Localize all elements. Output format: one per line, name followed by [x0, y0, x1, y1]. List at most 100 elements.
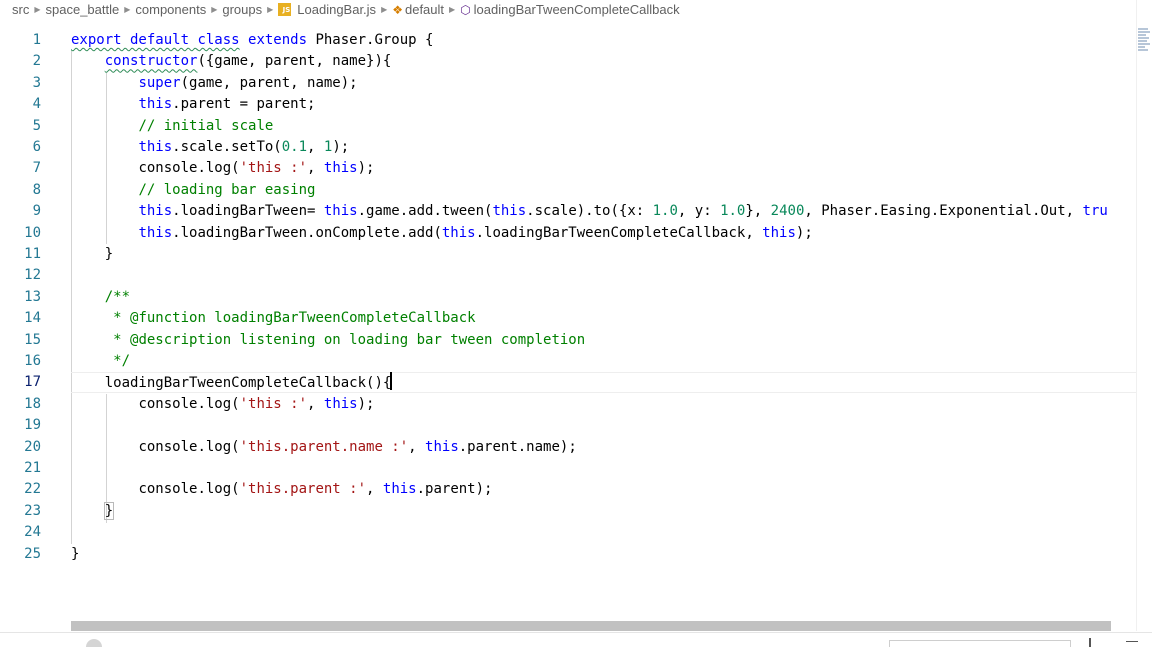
code-token: 1.0 — [720, 203, 746, 220]
code-token: .loadingBarTweenCompleteCallback, — [475, 224, 763, 241]
code-token: } — [71, 246, 114, 262]
chevron-right-icon: ▶ — [449, 5, 456, 14]
line-number: 2 — [32, 53, 41, 70]
code-text: /** — [71, 287, 130, 308]
breadcrumb-item-groups[interactable]: groups — [222, 2, 262, 17]
line-number: 19 — [24, 417, 41, 434]
code-line[interactable]: 10 this.loadingBarTween.onComplete.add(t… — [0, 223, 1136, 244]
code-token: , — [408, 438, 426, 455]
code-token: (game, parent, name); — [180, 74, 358, 91]
line-number: 9 — [32, 203, 41, 220]
chevron-right-icon: ▶ — [381, 5, 388, 14]
code-token: constructor — [104, 53, 198, 70]
line-number: 3 — [32, 74, 41, 91]
code-token: this — [323, 395, 358, 412]
code-line[interactable]: 2 constructor({game, parent, name}){ — [0, 51, 1136, 72]
pin-icon[interactable] — [1089, 638, 1091, 647]
code-line[interactable]: 18 console.log('this :', this); — [0, 394, 1136, 415]
code-line[interactable]: 6 this.scale.setTo(0.1, 1); — [0, 137, 1136, 158]
code-line[interactable]: 14 * @function loadingBarTweenCompleteCa… — [0, 308, 1136, 329]
line-number: 1 — [32, 32, 41, 48]
breadcrumb-item-components[interactable]: components — [135, 2, 206, 17]
code-line[interactable]: 7 console.log('this :', this); — [0, 158, 1136, 179]
line-number: 10 — [24, 224, 41, 241]
code-token: console.log( — [138, 160, 240, 177]
code-line[interactable]: 12 — [0, 265, 1136, 286]
code-token: this — [138, 224, 173, 241]
code-line[interactable]: 9 this.loadingBarTween= this.game.add.tw… — [0, 201, 1136, 222]
code-token: .parent = parent; — [172, 96, 316, 113]
code-line[interactable]: 24 — [0, 522, 1136, 543]
code-editor[interactable]: 1 export default class extends Phaser.Gro… — [0, 30, 1136, 620]
breadcrumb-item-src[interactable]: src — [12, 2, 29, 17]
line-number: 12 — [24, 267, 41, 284]
code-line[interactable]: 13 /** — [0, 287, 1136, 308]
code-token: , y: — [677, 203, 721, 220]
line-number: 4 — [32, 96, 41, 113]
breadcrumb-label: components — [135, 2, 207, 17]
code-line[interactable]: 23 } — [0, 501, 1136, 522]
code-line[interactable]: 19 — [0, 415, 1136, 436]
code-line[interactable]: 5 // initial scale — [0, 116, 1136, 137]
code-line[interactable]: 3 super(game, parent, name); — [0, 73, 1136, 94]
code-token: this — [138, 203, 173, 220]
breadcrumb-item-space-battle[interactable]: space_battle — [46, 2, 120, 17]
chevron-right-icon: ▶ — [124, 5, 131, 14]
line-number: 15 — [24, 331, 41, 348]
line-number: 23 — [24, 502, 41, 519]
code-token: .loadingBarTween= — [172, 203, 324, 220]
code-line[interactable]: 17 loadingBarTweenCompleteCallback(){ — [0, 372, 1136, 394]
code-token: this — [323, 160, 358, 177]
breadcrumb-label: groups — [222, 2, 263, 17]
chevron-right-icon: ▶ — [267, 5, 274, 14]
code-line[interactable]: 11 } — [0, 244, 1136, 265]
code-line[interactable]: 22 console.log('this.parent :', this.par… — [0, 479, 1136, 500]
code-line[interactable]: 16 */ — [0, 351, 1136, 372]
code-line[interactable]: 8 // loading bar easing — [0, 180, 1136, 201]
code-text: export default class extends Phaser.Grou… — [71, 30, 433, 51]
code-line[interactable]: 25} — [0, 544, 1136, 565]
search-input[interactable] — [889, 640, 1071, 647]
code-line[interactable]: 15 * @description listening on loading b… — [0, 330, 1136, 351]
code-token: .scale.setTo( — [172, 139, 282, 155]
line-number: 22 — [24, 481, 41, 498]
code-text: // initial scale — [71, 116, 273, 137]
code-line[interactable]: 1 export default class extends Phaser.Gro… — [0, 30, 1136, 51]
breadcrumb-item-default[interactable]: ❖ default — [392, 2, 444, 17]
line-number: 7 — [32, 160, 41, 177]
code-token: , — [307, 395, 324, 412]
code-token: .parent); — [416, 481, 493, 498]
code-token: this — [138, 96, 173, 113]
code-token: * @function loadingBarTweenCompleteCallb… — [113, 310, 476, 327]
vertical-scrollbar[interactable] — [1136, 0, 1152, 631]
minimize-icon[interactable] — [1126, 641, 1138, 642]
code-token: // initial scale — [138, 117, 274, 134]
code-token: } — [103, 501, 115, 520]
code-token: // loading bar easing — [138, 181, 316, 198]
code-token: export default — [71, 32, 198, 48]
code-text: this.parent = parent; — [71, 94, 315, 115]
code-token: ); — [795, 224, 813, 241]
code-token: console.log( — [138, 438, 240, 455]
code-token: 'this.parent.name :' — [239, 438, 409, 455]
breadcrumb-item-method[interactable]: ⬡ loadingBarTweenCompleteCallback — [460, 2, 679, 17]
code-token: this — [382, 481, 417, 498]
code-token: , — [307, 139, 324, 155]
breadcrumb-item-file[interactable]: JS LoadingBar.js — [278, 2, 376, 17]
horizontal-scrollbar-thumb[interactable] — [71, 621, 1111, 631]
code-line[interactable]: 4 this.parent = parent; — [0, 94, 1136, 115]
code-line[interactable]: 20 console.log('this.parent.name :', thi… — [0, 437, 1136, 458]
code-line[interactable]: 21 — [0, 458, 1136, 479]
code-token: /** — [104, 288, 131, 305]
line-number: 17 — [24, 374, 41, 391]
